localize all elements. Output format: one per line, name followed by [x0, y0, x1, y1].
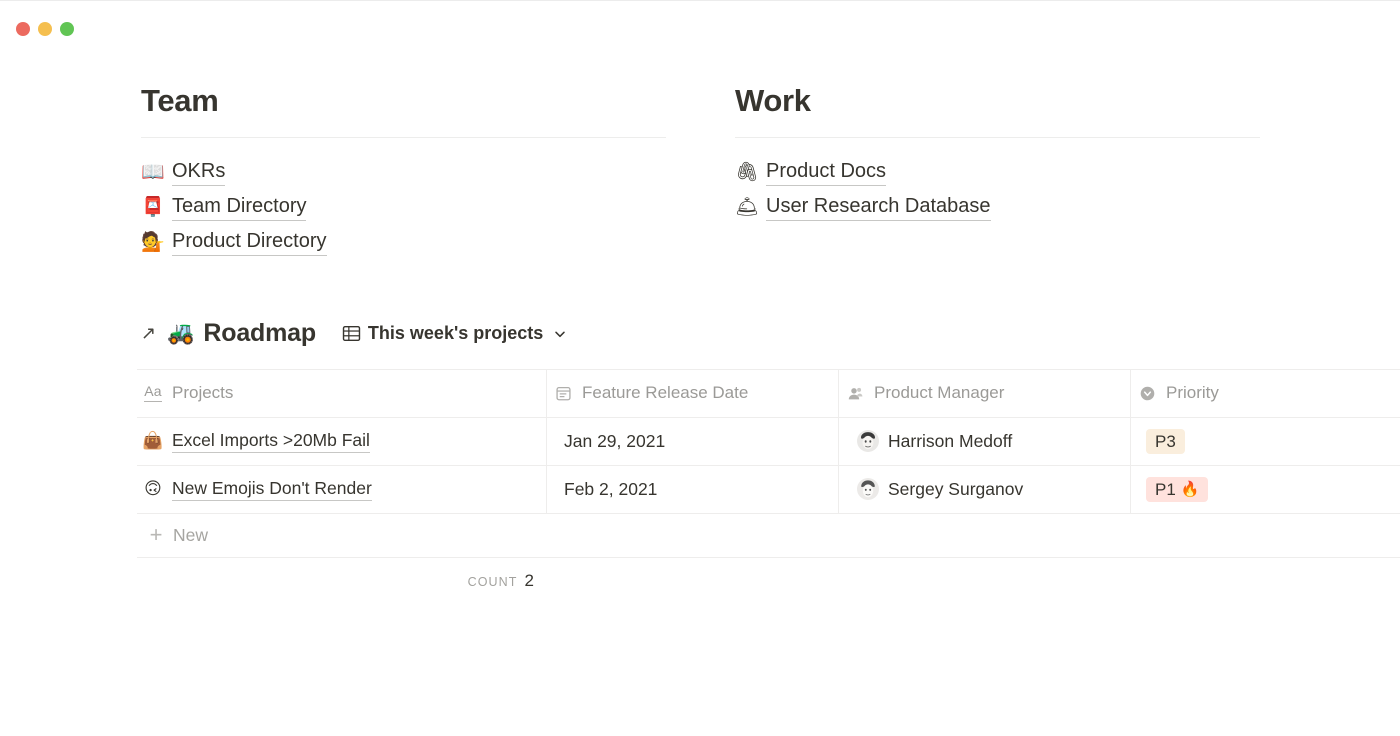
status-badge: P3 [1146, 428, 1185, 454]
page-link-product-docs[interactable]: 🖇 Product Docs [735, 155, 1260, 190]
linked-paperclips-emoji: 🖇 [735, 160, 760, 183]
section-title: Work [735, 83, 811, 118]
column-header-priority[interactable]: Priority [1131, 370, 1400, 417]
person-tipping-hand-emoji: 💁 [141, 230, 165, 253]
table-row[interactable]: 👜 Excel Imports >20Mb Fail Jan 29, 2021 [137, 417, 1400, 466]
fire-emoji: 🔥 [1180, 479, 1200, 498]
column-header-product-manager[interactable]: Product Manager [839, 369, 1131, 417]
column-header-label: Product Manager [874, 383, 1005, 403]
window-titlebar [0, 1, 1400, 57]
table-row[interactable]: 🙃 New Emojis Don't Render Feb 2, 2021 Se… [137, 465, 1400, 514]
add-new-row-button[interactable]: + New [137, 514, 208, 557]
section-team: Team 📖 OKRs 📮 Team Directory 💁 Product D… [141, 83, 666, 260]
priority-label: P1 [1155, 479, 1176, 499]
text-type-icon: Aa [142, 384, 164, 402]
roadmap-title[interactable]: Roadmap [203, 319, 316, 348]
view-selector[interactable]: This week's projects [342, 323, 567, 344]
page-link-okrs[interactable]: 📖 OKRs [141, 155, 666, 190]
person-name: Harrison Medoff [888, 430, 1013, 451]
zoom-window-button[interactable] [60, 22, 74, 36]
table-grid-icon [342, 324, 361, 343]
person-icon [844, 385, 866, 402]
roadmap-database-block: ↗ 🚜 Roadmap This week's projects Aa Proj… [0, 316, 1400, 604]
page-link-label[interactable]: User Research Database [766, 194, 991, 221]
project-title-link[interactable]: New Emojis Don't Render [172, 478, 372, 501]
column-header-label: Projects [172, 383, 234, 403]
close-window-button[interactable] [16, 22, 30, 36]
column-header-label: Feature Release Date [582, 383, 749, 403]
section-divider [735, 136, 1260, 138]
page-link-product-directory[interactable]: 💁 Product Directory [141, 225, 666, 260]
count-summary[interactable]: Count 2 [137, 571, 547, 591]
upside-down-face-emoji: 🙃 [144, 478, 162, 499]
table-footer: Count 2 [137, 558, 1400, 604]
link-columns: Team 📖 OKRs 📮 Team Directory 💁 Product D… [0, 57, 1400, 260]
cell-product-manager[interactable]: Harrison Medoff [839, 417, 1131, 465]
column-header-projects[interactable]: Aa Projects [137, 369, 547, 417]
release-date-value: Jan 29, 2021 [564, 430, 666, 451]
open-link-arrow-icon[interactable]: ↗ [141, 323, 163, 344]
section-work: Work 🖇 Product Docs 🛎 User Research Data… [735, 83, 1260, 260]
cell-priority[interactable]: P3 [1131, 418, 1400, 465]
cell-release-date[interactable]: Feb 2, 2021 [547, 465, 839, 513]
section-divider [141, 136, 666, 138]
priority-label: P3 [1155, 431, 1176, 451]
avatar [857, 478, 879, 501]
page-link-label[interactable]: Product Directory [172, 229, 327, 256]
table-new-row[interactable]: + New [137, 514, 1400, 558]
page-link-label[interactable]: Product Docs [766, 159, 887, 186]
column-header-feature-release-date[interactable]: Feature Release Date [547, 369, 839, 417]
section-title: Team [141, 83, 219, 118]
person-name: Sergey Surganov [888, 478, 1024, 499]
bellhop-bell-emoji: 🛎 [735, 195, 760, 218]
cell-product-manager[interactable]: Sergey Surganov [839, 465, 1131, 513]
count-label: Count [467, 574, 518, 589]
cell-priority[interactable]: P1 🔥 [1131, 466, 1400, 513]
table-header-row: Aa Projects Feature Release Date Product… [137, 369, 1400, 418]
new-row-label: New [173, 524, 209, 545]
priority-tag-wrap: P3 [1136, 428, 1185, 454]
page-content: Team 📖 OKRs 📮 Team Directory 💁 Product D… [0, 57, 1400, 604]
priority-tag-wrap: P1 🔥 [1136, 476, 1209, 502]
release-date-value: Feb 2, 2021 [564, 478, 658, 499]
avatar [857, 430, 879, 453]
select-circle-icon [1136, 385, 1158, 402]
cell-release-date[interactable]: Jan 29, 2021 [547, 417, 839, 465]
page-link-label[interactable]: Team Directory [172, 194, 307, 221]
person-chip: Harrison Medoff [844, 430, 1013, 453]
project-title-link[interactable]: Excel Imports >20Mb Fail [172, 430, 370, 453]
roadmap-header: ↗ 🚜 Roadmap This week's projects [141, 316, 1400, 352]
person-chip: Sergey Surganov [844, 478, 1024, 501]
status-badge: P1 🔥 [1146, 476, 1209, 502]
page-link-label[interactable]: OKRs [172, 159, 226, 186]
chevron-down-icon [553, 327, 567, 341]
view-selector-label: This week's projects [367, 323, 544, 344]
cell-project[interactable]: 👜 Excel Imports >20Mb Fail [137, 417, 547, 465]
count-value: 2 [524, 570, 534, 590]
plus-icon: + [149, 522, 163, 548]
page-link-team-directory[interactable]: 📮 Team Directory [141, 190, 666, 225]
cell-project[interactable]: 🙃 New Emojis Don't Render [137, 465, 547, 513]
page-link-user-research-database[interactable]: 🛎 User Research Database [735, 190, 1260, 225]
roadmap-table: Aa Projects Feature Release Date Product… [137, 368, 1400, 558]
calendar-icon [552, 385, 574, 402]
open-book-emoji: 📖 [141, 160, 165, 183]
tractor-emoji: 🚜 [167, 320, 195, 346]
minimize-window-button[interactable] [38, 22, 52, 36]
column-header-label: Priority [1166, 383, 1219, 403]
handbag-emoji: 👜 [142, 430, 164, 451]
app-window: Team 📖 OKRs 📮 Team Directory 💁 Product D… [0, 0, 1400, 736]
postbox-emoji: 📮 [141, 195, 165, 218]
traffic-light-group [16, 22, 74, 36]
